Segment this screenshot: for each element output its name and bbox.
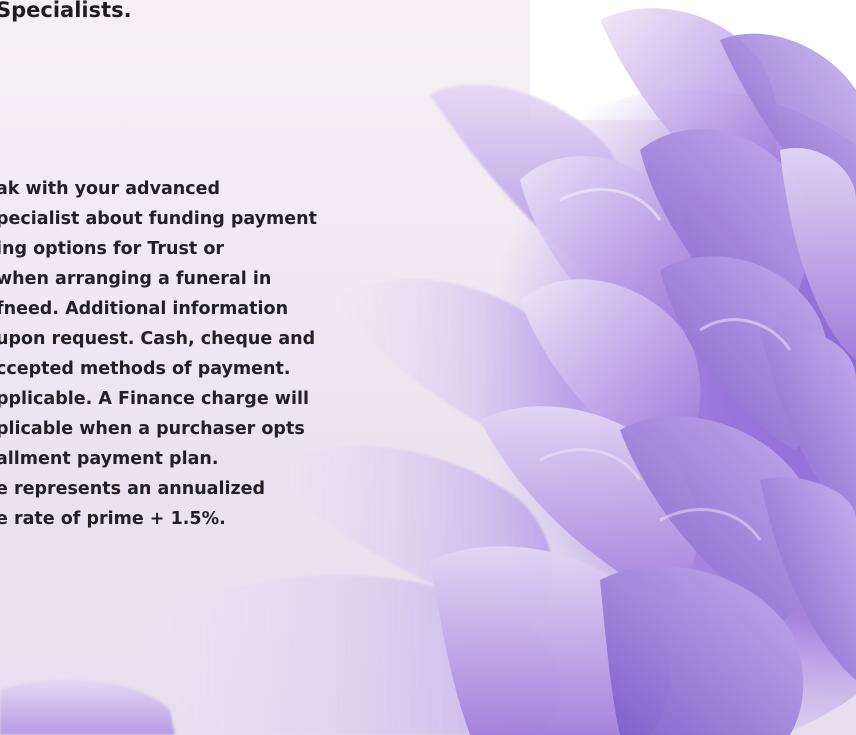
paragraph-line: upon request. Cash, cheque and: [0, 329, 316, 349]
page: Specialists. ak with your advanced pecia…: [0, 0, 856, 735]
funding-info-paragraph: ak with your advanced pecialist about fu…: [0, 174, 416, 534]
paragraph-line: pecialist about funding payment: [0, 209, 317, 229]
paragraph-line: plicable when a purchaser opts: [0, 419, 305, 439]
paragraph-line: e represents an annualized: [0, 479, 266, 499]
paragraph-line: ing options for Trust or: [0, 239, 224, 259]
paragraph-line: fneed. Additional information: [0, 299, 289, 319]
paragraph-line: ccepted methods of payment.: [0, 359, 291, 379]
paragraph-line: e rate of prime + 1.5%.: [0, 509, 226, 529]
paragraph-line: allment payment plan.: [0, 449, 219, 469]
paragraph-line: when arranging a funeral in: [0, 269, 272, 289]
page-heading: Specialists.: [0, 0, 132, 22]
paragraph-line: pplicable. A Finance charge will: [0, 389, 309, 409]
paragraph-line: ak with your advanced: [0, 179, 221, 199]
